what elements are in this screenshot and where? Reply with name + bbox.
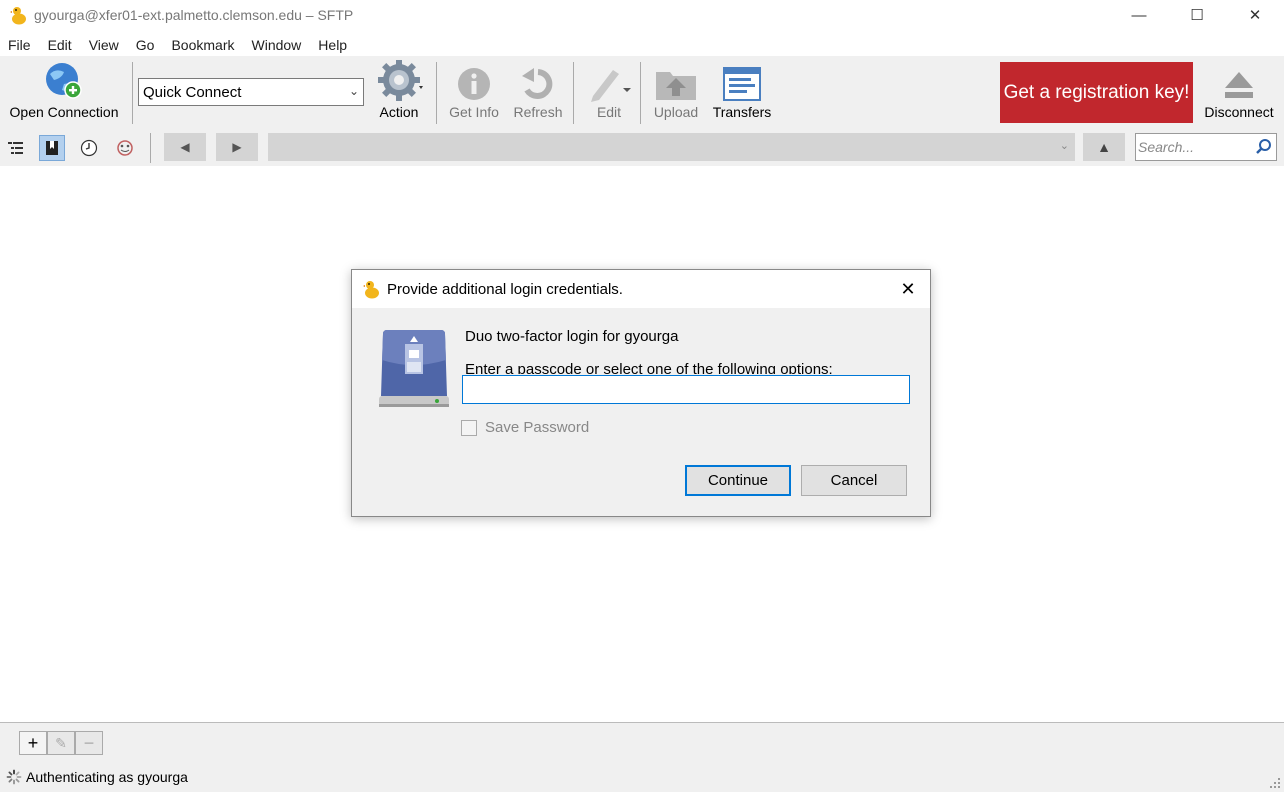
- dialog-titlebar: Provide additional login credentials. ✕: [352, 270, 930, 308]
- search-icon[interactable]: [1255, 138, 1273, 156]
- menu-go[interactable]: Go: [136, 37, 155, 53]
- transfers-button[interactable]: Transfers: [710, 56, 774, 126]
- registration-key-button[interactable]: Get a registration key!: [1000, 62, 1193, 123]
- refresh-icon: [522, 68, 553, 99]
- parent-directory-button[interactable]: ▲: [1083, 133, 1125, 161]
- menu-help[interactable]: Help: [318, 37, 347, 53]
- gear-icon: [378, 60, 423, 101]
- add-bookmark-button[interactable]: +: [19, 731, 47, 755]
- save-password-checkbox[interactable]: [461, 419, 477, 436]
- dialog-close-icon[interactable]: ✕: [898, 279, 918, 299]
- upload-label: Upload: [653, 104, 699, 120]
- action-button[interactable]: Action: [368, 56, 430, 126]
- remove-bookmark-button[interactable]: −: [75, 731, 103, 755]
- minimize-button[interactable]: —: [1110, 0, 1168, 30]
- dialog-message: Enter a passcode or select one of the fo…: [465, 361, 833, 374]
- toolbar-separator: [573, 62, 574, 124]
- search-input[interactable]: [1138, 137, 1253, 157]
- toolbar-separator: [640, 62, 641, 124]
- close-window-button[interactable]: ✕: [1226, 0, 1284, 30]
- chevron-down-icon: ⌄: [1059, 140, 1069, 152]
- get-info-button[interactable]: Get Info: [444, 56, 504, 126]
- window-title: gyourga@xfer01-ext.palmetto.clemson.edu …: [34, 7, 354, 23]
- menu-edit[interactable]: Edit: [48, 37, 72, 53]
- menu-file[interactable]: File: [8, 37, 31, 53]
- get-info-label: Get Info: [449, 104, 499, 120]
- edit-button[interactable]: Edit: [578, 56, 640, 126]
- window-controls: — ☐ ✕: [1110, 0, 1284, 30]
- refresh-label: Refresh: [513, 104, 563, 120]
- outline-view-icon[interactable]: [3, 135, 29, 161]
- quick-connect-select[interactable]: Quick Connect ⌄: [138, 78, 364, 106]
- transfers-label: Transfers: [712, 104, 772, 120]
- open-connection-button[interactable]: Open Connection: [4, 56, 124, 126]
- path-select[interactable]: ⌄: [268, 133, 1075, 161]
- menu-window[interactable]: Window: [252, 37, 302, 53]
- action-label: Action: [379, 104, 419, 120]
- upload-button[interactable]: Upload: [646, 56, 706, 126]
- cyberduck-app-icon: [10, 7, 26, 25]
- window-titlebar: gyourga@xfer01-ext.palmetto.clemson.edu …: [0, 0, 1284, 30]
- back-button[interactable]: ◀: [164, 133, 206, 161]
- menu-bookmark[interactable]: Bookmark: [171, 37, 234, 53]
- bookmarks-view-icon[interactable]: [39, 135, 65, 161]
- spinner-icon: [6, 769, 22, 785]
- main-toolbar: Open Connection Quick Connect ⌄ Action G…: [0, 56, 1284, 130]
- disconnect-label: Disconnect: [1204, 104, 1274, 120]
- info-icon: [458, 68, 490, 100]
- resize-grip-icon[interactable]: [1269, 777, 1281, 789]
- network-drive-icon: [379, 330, 449, 407]
- navbar-separator: [150, 133, 151, 163]
- maximize-button[interactable]: ☐: [1168, 0, 1226, 30]
- toolbar-separator: [436, 62, 437, 124]
- menu-bar: File Edit View Go Bookmark Window Help: [0, 33, 364, 57]
- save-password-label: Save Password: [485, 419, 590, 436]
- status-text: Authenticating as gyourga: [26, 769, 188, 785]
- disconnect-button[interactable]: Disconnect: [1196, 56, 1282, 126]
- continue-button[interactable]: Continue: [685, 465, 791, 496]
- save-password-option[interactable]: Save Password: [461, 419, 589, 436]
- open-connection-label: Open Connection: [9, 104, 119, 120]
- cancel-button[interactable]: Cancel: [801, 465, 907, 496]
- eject-icon: [1225, 72, 1253, 98]
- edit-label: Edit: [596, 104, 622, 120]
- bottom-bar: + ✎ − Authenticating as gyourga: [0, 722, 1284, 792]
- globe-plus-icon: [46, 63, 82, 99]
- history-clock-icon[interactable]: [76, 135, 102, 161]
- quick-connect-value: Quick Connect: [143, 83, 242, 101]
- menu-view[interactable]: View: [89, 37, 119, 53]
- bonjour-icon[interactable]: [112, 135, 138, 161]
- transfers-list-icon: [723, 67, 761, 101]
- forward-button[interactable]: ▶: [216, 133, 258, 161]
- login-credentials-dialog: Provide additional login credentials. ✕ …: [351, 269, 931, 517]
- pencil-icon: [591, 70, 631, 102]
- refresh-button[interactable]: Refresh: [508, 56, 568, 126]
- upload-folder-icon: [656, 72, 696, 100]
- status-bar: Authenticating as gyourga: [6, 769, 188, 785]
- toolbar-separator: [132, 62, 133, 124]
- dialog-heading: Duo two-factor login for gyourga: [465, 328, 679, 345]
- chevron-down-icon: ⌄: [348, 84, 359, 98]
- navigation-bar: ◀ ▶ ⌄ ▲: [0, 130, 1284, 166]
- search-box: [1135, 133, 1277, 161]
- dialog-title: Provide additional login credentials.: [387, 280, 623, 298]
- cyberduck-app-icon: [363, 281, 379, 299]
- edit-bookmark-button[interactable]: ✎: [47, 731, 75, 755]
- passcode-input[interactable]: [462, 375, 910, 404]
